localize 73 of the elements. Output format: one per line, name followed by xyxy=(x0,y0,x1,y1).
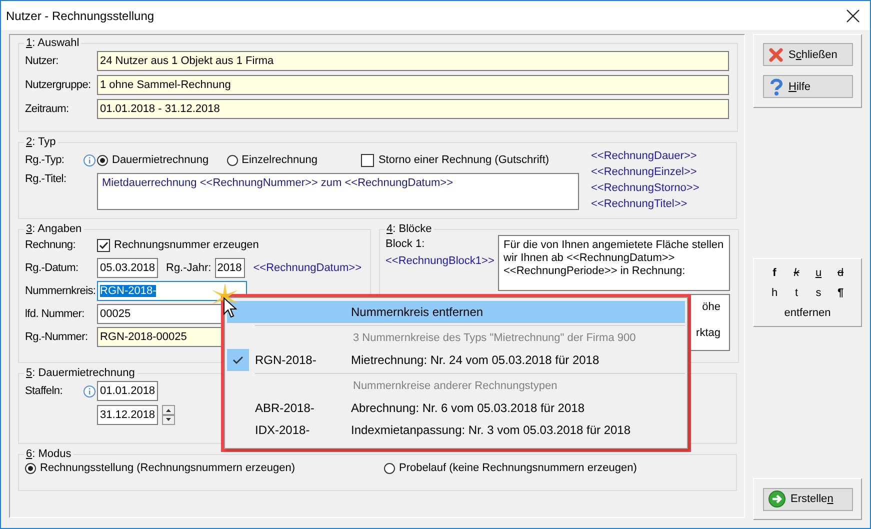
input-field[interactable]: 31.12.2018 xyxy=(97,405,158,425)
spin-button[interactable] xyxy=(162,405,175,425)
field-label: Rechnung: xyxy=(25,239,77,251)
section-title: 2: Typ xyxy=(25,136,57,148)
variable-link[interactable]: <<RechnungTitel>> xyxy=(591,196,700,212)
input-field[interactable]: 01.01.2018 - 31.12.2018 xyxy=(97,99,729,119)
checkbox-label: Rechnungsnummer erzeugen xyxy=(114,239,259,251)
menu-group-header: 3 Nummernkreise des Typs "Mietrechnung" der Firma 900 xyxy=(353,332,636,344)
field-label: Rg.-Typ: xyxy=(25,154,66,166)
field-label: Staffeln: xyxy=(25,385,64,397)
format-button[interactable]: ¶ xyxy=(830,283,852,303)
menu-item[interactable]: Nummernkreis entfernen xyxy=(227,301,685,323)
checkbox-label: Storno einer Rechnung (Gutschrift) xyxy=(378,154,550,166)
text-area[interactable]: Mietdauerrechnung <<RechnungNummer>> zum <<RechnungDatum>> xyxy=(97,173,579,210)
option-label: Rechnungsstellung (Rechnungsnummern erzeugen) xyxy=(40,462,295,474)
menu-item[interactable]: RGN-2018- Mietrechnung: Nr. 24 vom 05.03.2018 für 2018 xyxy=(227,349,685,371)
close-icon xyxy=(846,8,860,22)
section-title: 1: Auswahl xyxy=(25,37,80,49)
variable-link[interactable]: <<RechnungStorno>> xyxy=(591,180,700,196)
input-field[interactable]: 2018 xyxy=(215,258,246,278)
option-label: Dauermietrechnung xyxy=(112,154,209,166)
help-button[interactable]: Hilfe xyxy=(762,75,852,98)
x-icon xyxy=(768,46,784,62)
format-button[interactable]: d xyxy=(830,263,852,283)
field-label: Rg.-Nummer: xyxy=(25,331,89,343)
checkbox[interactable] xyxy=(361,154,374,166)
field-label: Rg.-Titel: xyxy=(25,173,68,185)
question-mark-icon xyxy=(768,78,784,96)
input-field[interactable]: 01.01.2018 xyxy=(97,381,158,401)
remove-format-button[interactable]: entfernen xyxy=(784,303,831,323)
variable-link[interactable]: <<RechnungEinzel>> xyxy=(591,164,700,180)
format-button[interactable]: k xyxy=(786,263,808,283)
format-button[interactable]: u xyxy=(808,263,830,283)
menu-item[interactable]: ABR-2018- Abrechnung: Nr. 6 vom 05.03.2018 für 2018 xyxy=(227,397,685,419)
variable-link[interactable]: <<RechnungDauer>> xyxy=(591,148,700,164)
field-label: Nummernkreis: xyxy=(25,285,97,297)
field-label: Zeitraum: xyxy=(25,103,70,115)
cursor-icon xyxy=(223,297,237,319)
format-button[interactable]: t xyxy=(786,283,808,303)
menu-item[interactable]: IDX-2018- Indexmietanpassung: Nr. 3 vom 05.03.2018 für 2018 xyxy=(227,419,685,441)
input-field[interactable]: 24 Nutzer aus 1 Objekt aus 1 Firma xyxy=(97,51,729,71)
info-icon xyxy=(83,154,96,166)
text-area[interactable]: Für die von Ihnen angemietete Fläche stellen wir Ihnen ab <<RechnungDatum>> <<RechnungPeriode>> in Rechnung: xyxy=(498,235,730,291)
section-title: 5: Dauermietrechnung xyxy=(25,367,136,379)
input-field[interactable]: 1 ohne Sammel-Rechnung xyxy=(97,75,729,95)
radio-button[interactable] xyxy=(25,462,36,474)
create-button[interactable]: Erstellen xyxy=(762,488,852,510)
format-button[interactable]: h xyxy=(764,283,786,303)
section-title: 6: Modus xyxy=(25,448,72,460)
variable-link[interactable]: <<RechnungBlock1>> xyxy=(386,253,498,269)
variable-link[interactable]: <<RechnungDatum>> xyxy=(253,260,362,276)
section-title: 3: Angaben xyxy=(25,223,83,235)
input-field[interactable]: 05.03.2018 xyxy=(97,258,158,278)
option-label: Einzelrechnung xyxy=(242,154,318,166)
radio-button[interactable] xyxy=(384,462,395,474)
field-label: lfd. Nummer: xyxy=(25,308,86,320)
field-label: Nutzergruppe: xyxy=(25,79,92,91)
info-icon xyxy=(83,384,96,398)
radio-button[interactable] xyxy=(226,154,238,166)
field-label: Nutzer: xyxy=(25,55,60,67)
window-title: Nutzer - Rechnungsstellung xyxy=(6,8,154,22)
field-label: Rg.-Datum: xyxy=(25,262,80,274)
format-button[interactable]: s xyxy=(808,283,830,303)
section-title: 4: Blöcke xyxy=(386,223,433,235)
checkbox[interactable] xyxy=(97,238,110,252)
input-field[interactable]: RGN-2018- xyxy=(97,281,247,301)
field-label: Block 1: xyxy=(386,237,426,252)
menu-group-header: Nummernkreise anderer Rechnungstypen xyxy=(353,380,558,392)
close-button[interactable]: Schließen xyxy=(762,43,852,66)
field-label: Rg.-Jahr: xyxy=(166,262,212,274)
option-label: Probelauf (keine Rechnungsnummern erzeugen) xyxy=(399,462,637,474)
format-button[interactable]: f xyxy=(764,263,786,283)
radio-button[interactable] xyxy=(97,154,108,166)
